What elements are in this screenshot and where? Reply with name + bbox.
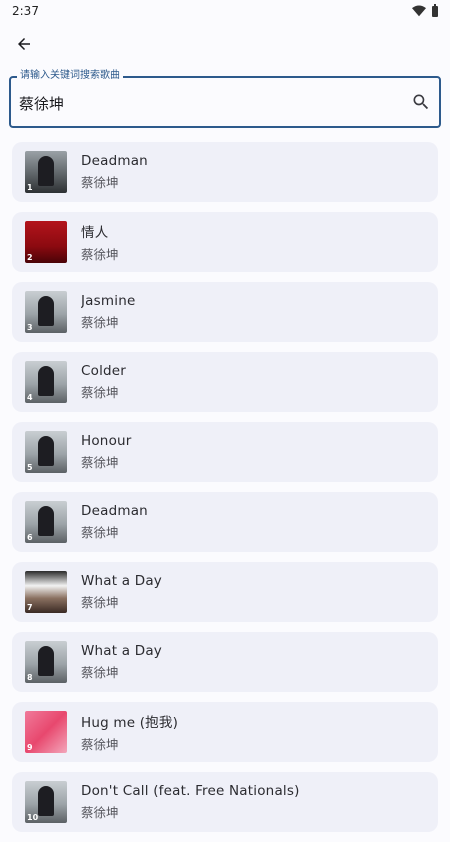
song-rank: 4 <box>27 393 33 402</box>
song-list-item[interactable]: 7 What a Day 蔡徐坤 <box>12 562 438 622</box>
song-title: What a Day <box>81 643 162 659</box>
song-rank: 10 <box>27 813 39 822</box>
song-rank: 2 <box>27 253 33 262</box>
song-list-item[interactable]: 3 Jasmine 蔡徐坤 <box>12 282 438 342</box>
song-title: Deadman <box>81 503 148 519</box>
song-artist: 蔡徐坤 <box>81 315 119 330</box>
song-artist: 蔡徐坤 <box>81 385 119 400</box>
song-list-item[interactable]: 6 Deadman 蔡徐坤 <box>12 492 438 552</box>
song-title: What a Day <box>81 573 162 589</box>
song-rank: 6 <box>27 533 33 542</box>
album-cover: 6 <box>25 501 67 543</box>
battery-icon <box>432 3 438 17</box>
song-text: Hug me (抱我) 蔡徐坤 <box>81 711 178 753</box>
song-text: 情人 蔡徐坤 <box>81 221 119 263</box>
status-icons <box>412 3 438 17</box>
cover-figure <box>38 296 54 326</box>
song-text: Don't Call (feat. Free Nationals) 蔡徐坤 <box>81 783 300 821</box>
song-artist: 蔡徐坤 <box>81 805 119 820</box>
cover-figure <box>38 506 54 536</box>
album-cover: 7 <box>25 571 67 613</box>
song-artist: 蔡徐坤 <box>81 247 119 262</box>
cover-figure <box>38 786 54 816</box>
song-rank: 8 <box>27 673 33 682</box>
song-title: Jasmine <box>81 293 136 309</box>
status-bar: 2:37 <box>0 0 450 22</box>
song-rank: 3 <box>27 323 33 332</box>
song-text: Colder 蔡徐坤 <box>81 363 126 401</box>
song-text: What a Day 蔡徐坤 <box>81 573 162 611</box>
song-list-item[interactable]: 4 Colder 蔡徐坤 <box>12 352 438 412</box>
song-rank: 1 <box>27 183 33 192</box>
status-time: 2:37 <box>12 4 39 18</box>
song-title: Colder <box>81 363 127 379</box>
back-button[interactable] <box>10 30 38 58</box>
cover-figure <box>38 366 54 396</box>
arrow-left-icon <box>18 38 30 50</box>
song-title: Honour <box>81 433 132 449</box>
song-list-item[interactable]: 10 Don't Call (feat. Free Nationals) 蔡徐坤 <box>12 772 438 832</box>
album-cover: 2 <box>25 221 67 263</box>
album-cover: 1 <box>25 151 67 193</box>
cover-figure <box>38 646 54 676</box>
album-cover: 4 <box>25 361 67 403</box>
song-artist: 蔡徐坤 <box>81 525 119 540</box>
song-list-item[interactable]: 9 Hug me (抱我) 蔡徐坤 <box>12 702 438 762</box>
cover-figure <box>38 436 54 466</box>
song-text: Jasmine 蔡徐坤 <box>81 293 135 331</box>
song-artist: 蔡徐坤 <box>81 665 119 680</box>
album-cover: 5 <box>25 431 67 473</box>
search-label: 请输入关键词搜索歌曲 <box>17 69 123 83</box>
song-list: 1 Deadman 蔡徐坤 2 情人 蔡徐坤 3 Jasmine 蔡徐坤 4 C… <box>12 142 438 842</box>
album-cover: 10 <box>25 781 67 823</box>
song-list-item[interactable]: 8 What a Day 蔡徐坤 <box>12 632 438 692</box>
song-artist: 蔡徐坤 <box>81 455 119 470</box>
search-box[interactable]: 请输入关键词搜索歌曲 <box>9 69 441 128</box>
song-text: Deadman 蔡徐坤 <box>81 153 148 191</box>
song-list-item[interactable]: 5 Honour 蔡徐坤 <box>12 422 438 482</box>
song-text: What a Day 蔡徐坤 <box>81 643 162 681</box>
search-icon[interactable] <box>411 92 431 112</box>
search-input[interactable] <box>19 90 399 116</box>
song-list-item[interactable]: 1 Deadman 蔡徐坤 <box>12 142 438 202</box>
album-cover: 9 <box>25 711 67 753</box>
song-rank: 9 <box>27 743 33 752</box>
song-list-item[interactable]: 2 情人 蔡徐坤 <box>12 212 438 272</box>
song-title: Don't Call (feat. Free Nationals) <box>81 783 300 799</box>
album-cover: 8 <box>25 641 67 683</box>
song-artist: 蔡徐坤 <box>81 175 119 190</box>
cover-figure <box>38 156 54 186</box>
song-text: Honour 蔡徐坤 <box>81 433 132 471</box>
song-text: Deadman 蔡徐坤 <box>81 503 148 541</box>
wifi-icon <box>412 5 426 17</box>
song-rank: 5 <box>27 463 33 472</box>
song-rank: 7 <box>27 603 33 612</box>
song-title: Deadman <box>81 153 148 169</box>
song-artist: 蔡徐坤 <box>81 737 119 752</box>
song-artist: 蔡徐坤 <box>81 595 119 610</box>
song-title: Hug me (抱我) <box>81 715 179 731</box>
song-title: 情人 <box>81 225 109 241</box>
album-cover: 3 <box>25 291 67 333</box>
